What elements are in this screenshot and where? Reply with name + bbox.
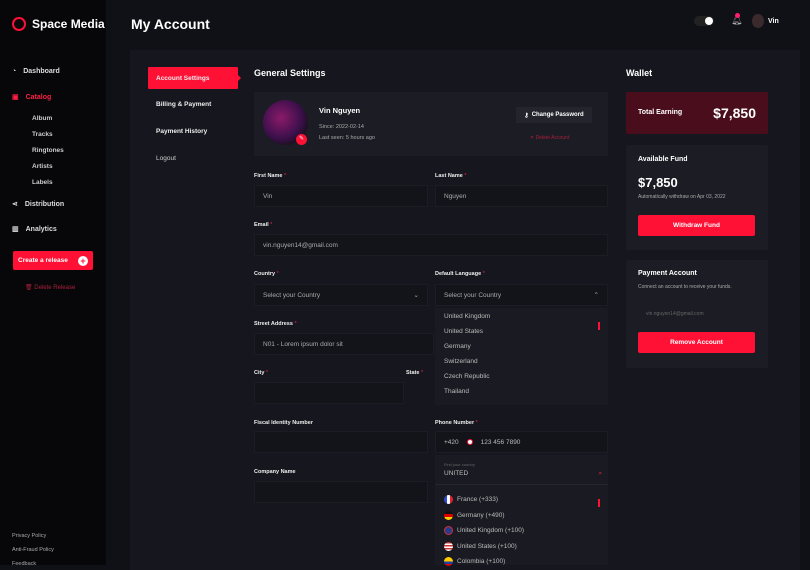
payment-email: vin.nguyen14@gmail.com [646,311,704,317]
create-release-button[interactable]: Create a release + [13,251,93,270]
avatar[interactable] [752,14,764,28]
search-icon: ⌕ [598,470,602,477]
change-password-button[interactable]: ⚷ Change Password [516,107,592,123]
total-earning-card: Total Earning $7,850 [626,92,768,134]
delete-account-link[interactable]: ✕ Delete Account [530,135,569,141]
street-input[interactable]: N01 - Lorem ipsum dolor sit [254,333,434,355]
flag-icon [466,439,473,445]
email-label: Email * [254,222,273,228]
phone-country-option[interactable]: United States (+100) [435,539,608,555]
delete-release-link[interactable]: 🗑 Delete Release [25,284,75,291]
flag-uk-icon [444,526,453,536]
sidebar: Space Media ◔ Dashboard ▣ Catalog Album Tr… [0,0,106,567]
total-earning-value: $7,850 [713,105,756,121]
city-label: City * [254,370,269,376]
sidebar-item-distribution[interactable]: ⋖ Distribution [12,200,64,209]
phone-country-dropdown: Find your country UNITED ⌕ France (+333) … [435,455,608,567]
last-name-label: Last Name * [435,173,467,179]
payment-account-card: Payment Account Connect an account to re… [626,260,768,368]
find-country-label: Find your country [444,462,475,467]
sidebar-sub-ringtones[interactable]: Ringtones [32,147,64,154]
language-option[interactable]: United Kingdom [435,313,608,328]
company-label: Company Name [254,469,296,475]
plus-circle-icon: + [78,255,88,266]
sidebar-item-dashboard[interactable]: ◔ Dashboard [12,68,60,75]
page-title: My Account [131,16,210,32]
sidebar-item-analytics[interactable]: ▥ Analytics [12,225,57,234]
available-fund-card: Available Fund $7,850 Automatically with… [626,145,768,250]
country-select[interactable]: Select your Country ⌄ [254,284,428,306]
language-option[interactable]: Czech Republic [435,373,608,388]
language-option[interactable]: United States [435,328,608,343]
first-name-input[interactable]: Vin [254,185,428,207]
available-fund-value: $7,850 [638,175,678,190]
phone-input[interactable]: +420 123 456 7890 [435,431,608,453]
sidebar-sub-artists[interactable]: Artists [32,163,53,170]
sidebar-sub-labels[interactable]: Labels [32,179,53,186]
theme-toggle[interactable] [694,16,714,26]
logo[interactable]: Space Media [12,17,105,31]
wallet-title: Wallet [626,68,653,78]
chevron-down-icon: ⌄ [413,292,419,299]
phone-country-option[interactable]: France (+333) [435,492,608,508]
profile-since: Since: 2022-02-14 [319,124,364,130]
tab-billing[interactable]: Billing & Payment [148,93,238,115]
key-icon: ⚷ [524,112,529,119]
tab-logout[interactable]: Logout [148,147,238,169]
fiscal-input[interactable] [254,431,428,453]
phone-label: Phone Number * [435,420,478,426]
chevron-up-icon: ⌃ [593,292,599,299]
first-name-label: First Name * [254,173,287,179]
company-input[interactable] [254,481,428,503]
find-country-input[interactable]: UNITED ⌕ [435,470,608,485]
flag-germany-icon [444,510,453,520]
city-input[interactable] [254,382,404,404]
flag-us-icon [444,541,453,551]
fiscal-label: Fiscal Identity Number [254,420,313,426]
scrollbar[interactable] [598,499,600,507]
language-option[interactable]: Thailand [435,388,608,403]
tab-account-settings[interactable]: Account Settings [148,67,238,89]
phone-country-option[interactable]: Colombia (+100) [435,554,608,570]
footer-antifraud[interactable]: Anti-Fraud Policy [12,547,54,553]
scrollbar[interactable] [598,322,600,330]
withdraw-fund-button[interactable]: Withdraw Fund [638,215,755,236]
flag-france-icon [444,495,453,505]
share-icon: ⋖ [12,201,18,208]
edit-avatar-icon[interactable]: ✎ [296,134,307,145]
footer-privacy[interactable]: Privacy Policy [12,533,46,539]
country-label: Country * [254,271,279,277]
profile-name: Vin Nguyen [319,106,361,115]
bell-icon[interactable]: 🔔︎ [731,13,742,26]
profile-last-seen: Last seen: 5 hours ago [319,135,375,141]
tab-payment-history[interactable]: Payment History [148,120,238,142]
street-label: Street Address * [254,321,297,327]
sidebar-item-catalog[interactable]: ▣ Catalog [12,93,51,102]
trash-icon: 🗑 [25,285,35,291]
remove-account-button[interactable]: Remove Account [638,332,755,353]
sidebar-sub-tracks[interactable]: Tracks [32,131,53,138]
sidebar-sub-album[interactable]: Album [32,115,52,122]
phone-country-option[interactable]: Germany (+490) [435,508,608,524]
language-option[interactable]: Switzerland [435,358,608,373]
section-title: General Settings [254,68,326,78]
language-select[interactable]: Select your Country ⌃ [435,284,608,306]
language-dropdown: United Kingdom United States Germany Swi… [435,308,608,405]
gauge-icon: ◔ [12,68,17,75]
language-option[interactable]: Germany [435,343,608,358]
bar-chart-icon: ▥ [12,226,19,233]
catalog-icon: ▣ [12,94,19,101]
logo-icon [12,17,26,31]
last-name-input[interactable]: Nguyen [435,185,608,207]
email-input[interactable]: vin.nguyen14@gmail.com [254,234,608,256]
phone-country-option[interactable]: United Kingdom (+100) [435,523,608,539]
language-label: Default Language * [435,271,485,277]
profile-card: ✎ Vin Nguyen Since: 2022-02-14 Last seen… [254,92,608,156]
user-name[interactable]: Vin [768,18,779,25]
footer-feedback[interactable]: Feedback [12,561,36,567]
state-label: State * [406,370,424,376]
